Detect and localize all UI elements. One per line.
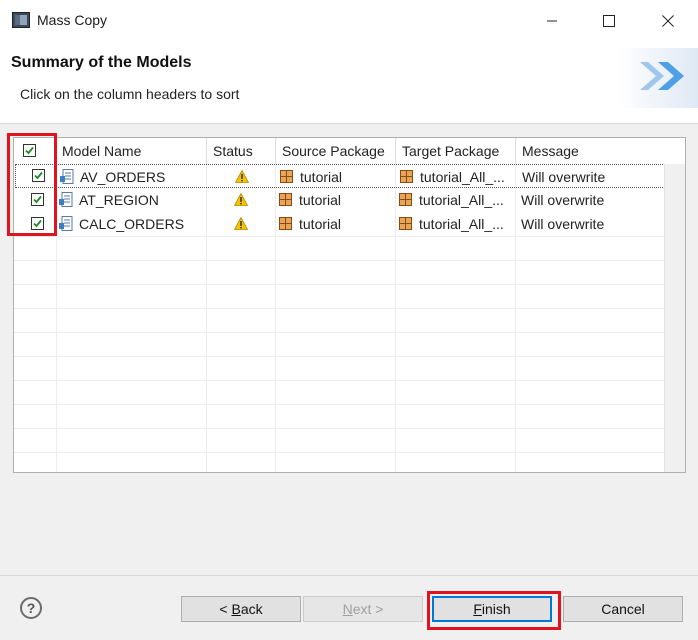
grid-line <box>14 308 664 309</box>
column-header-source-package[interactable]: Source Package <box>276 138 396 164</box>
back-button[interactable]: < Back <box>181 596 301 622</box>
grid-line <box>14 332 664 333</box>
table-row[interactable]: AV_ORDERS tutorial tutorial_All_... Will… <box>15 164 665 188</box>
page-title: Summary of the Models <box>11 54 192 71</box>
finish-button-label: inish <box>481 601 511 617</box>
grid-line <box>14 356 664 357</box>
models-table[interactable]: Model Name Status Source Package Target … <box>13 137 686 473</box>
back-button-mnemonic: B <box>231 601 241 617</box>
table-header: Model Name Status Source Package Target … <box>14 138 685 164</box>
package-icon <box>279 193 292 206</box>
package-icon <box>399 217 412 230</box>
grid-line <box>14 404 664 405</box>
title-bar: Mass Copy <box>0 0 698 42</box>
package-icon <box>399 193 412 206</box>
model-name: AV_ORDERS <box>80 169 166 185</box>
grid-line <box>14 284 664 285</box>
maximize-button[interactable] <box>586 0 632 42</box>
row-message: Will overwrite <box>522 169 606 185</box>
grid-line <box>14 452 664 453</box>
grid-line <box>14 428 664 429</box>
help-icon: ? <box>26 600 36 616</box>
maximize-icon <box>603 15 615 27</box>
source-package: tutorial <box>299 192 342 208</box>
grid-line <box>14 236 664 237</box>
warning-icon <box>234 193 248 206</box>
minimize-button[interactable] <box>529 0 575 42</box>
row-checkbox[interactable] <box>31 193 44 206</box>
finish-button-mnemonic: F <box>473 601 482 617</box>
minimize-icon <box>547 20 557 22</box>
model-name: AT_REGION <box>79 192 159 208</box>
target-package: tutorial_All_... <box>419 192 504 208</box>
model-view-icon <box>60 169 74 184</box>
cancel-button[interactable]: Cancel <box>563 596 683 622</box>
column-header-message[interactable]: Message <box>516 138 685 164</box>
checkmark-icon <box>25 146 34 155</box>
column-header-select[interactable] <box>14 138 56 164</box>
column-header-model-name[interactable]: Model Name <box>56 138 207 164</box>
package-icon <box>400 170 413 183</box>
next-button-label: ext > <box>352 601 384 617</box>
wizard-header: Summary of the Models Click on the colum… <box>0 42 698 124</box>
checkmark-icon <box>33 219 42 228</box>
select-all-checkbox[interactable] <box>23 144 36 157</box>
source-package: tutorial <box>300 169 343 185</box>
column-header-status[interactable]: Status <box>207 138 276 164</box>
warning-icon <box>234 217 248 230</box>
window-title: Mass Copy <box>37 12 108 28</box>
target-package: tutorial_All_... <box>420 169 505 185</box>
package-icon <box>279 217 292 230</box>
back-button-label: ack <box>240 601 263 617</box>
page-subtitle: Click on the column headers to sort <box>20 86 240 102</box>
vertical-scrollbar[interactable] <box>664 164 685 472</box>
footer-divider <box>0 575 698 576</box>
target-package: tutorial_All_... <box>419 216 504 232</box>
table-row[interactable]: CALC_ORDERS tutorial tutorial_All_... Wi… <box>15 212 665 236</box>
grid-line <box>14 260 664 261</box>
package-icon <box>280 170 293 183</box>
column-header-target-package[interactable]: Target Package <box>396 138 516 164</box>
next-button-mnemonic: N <box>342 601 353 617</box>
grid-line <box>14 380 664 381</box>
warning-icon <box>235 170 249 183</box>
model-name: CALC_ORDERS <box>79 216 185 232</box>
row-message: Will overwrite <box>521 192 605 208</box>
row-checkbox[interactable] <box>31 217 44 230</box>
close-button[interactable] <box>645 0 691 42</box>
back-button-prefix: < <box>219 601 232 617</box>
model-view-icon <box>59 192 73 207</box>
wizard-banner-icon <box>618 48 698 108</box>
close-icon <box>662 15 674 27</box>
row-message: Will overwrite <box>521 216 605 232</box>
model-view-icon <box>59 216 73 231</box>
table-row[interactable]: AT_REGION tutorial tutorial_All_... Will… <box>15 188 665 212</box>
next-button[interactable]: Next > <box>303 596 423 622</box>
checkmark-icon <box>34 171 43 180</box>
checkmark-icon <box>33 195 42 204</box>
finish-button[interactable]: Finish <box>432 596 552 622</box>
row-checkbox[interactable] <box>32 169 45 182</box>
eclipse-window-icon <box>12 12 30 28</box>
help-button[interactable]: ? <box>20 597 42 619</box>
source-package: tutorial <box>299 216 342 232</box>
